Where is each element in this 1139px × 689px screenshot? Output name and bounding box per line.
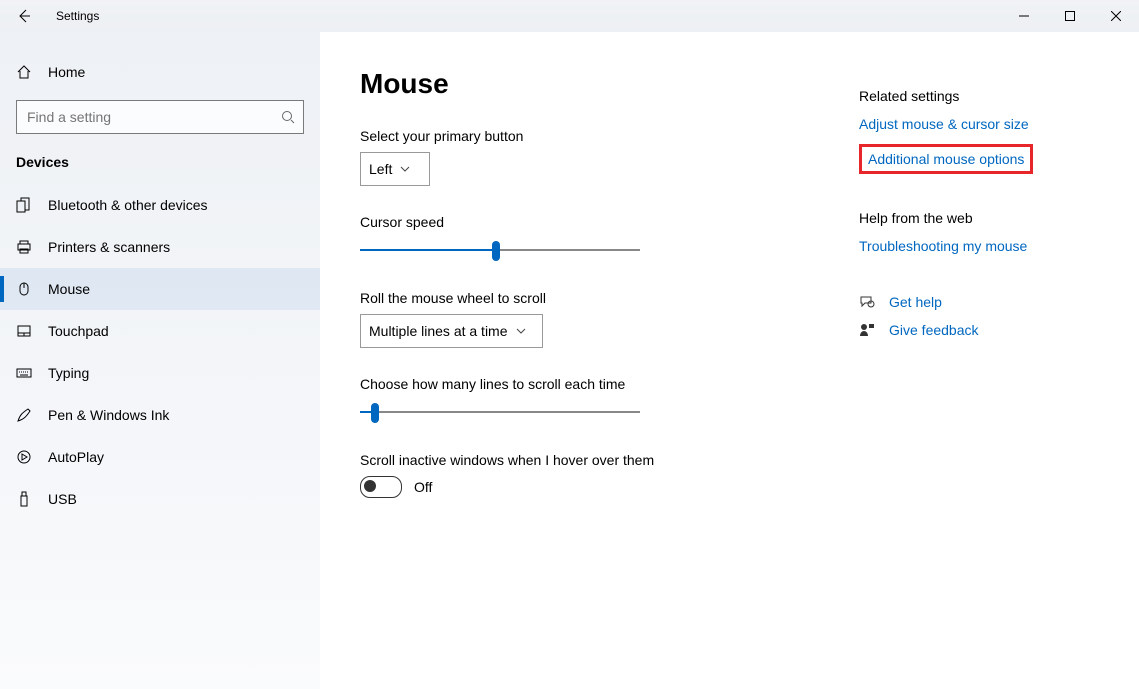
sidebar-item-label: Mouse [48, 281, 90, 297]
search-input[interactable] [16, 100, 304, 134]
pen-icon [16, 407, 32, 423]
sidebar-home-label: Home [48, 64, 85, 80]
sidebar: Home Devices Bluetooth & other devices P… [0, 32, 320, 689]
related-heading: Related settings [859, 88, 1119, 104]
devices-icon [16, 197, 32, 213]
primary-button-select[interactable]: Left [360, 152, 430, 186]
scroll-mode-value: Multiple lines at a time [369, 323, 508, 339]
sidebar-item-mouse[interactable]: Mouse [0, 268, 320, 310]
link-adjust-cursor[interactable]: Adjust mouse & cursor size [859, 116, 1119, 132]
lines-slider[interactable] [360, 400, 640, 424]
sidebar-item-label: Typing [48, 365, 89, 381]
help-heading: Help from the web [859, 210, 1119, 226]
maximize-button[interactable] [1047, 0, 1093, 32]
sidebar-item-touchpad[interactable]: Touchpad [0, 310, 320, 352]
sidebar-item-printers[interactable]: Printers & scanners [0, 226, 320, 268]
main-content: Mouse Select your primary button Left Cu… [320, 32, 859, 689]
sidebar-home[interactable]: Home [0, 56, 320, 88]
sidebar-item-label: Printers & scanners [48, 239, 170, 255]
link-troubleshoot-mouse[interactable]: Troubleshooting my mouse [859, 238, 1119, 254]
sidebar-category: Devices [0, 154, 320, 184]
feedback-link[interactable]: Give feedback [889, 322, 979, 338]
sidebar-item-label: Pen & Windows Ink [48, 407, 169, 423]
cursor-speed-slider[interactable] [360, 238, 640, 262]
usb-icon [16, 491, 32, 507]
scroll-mode-label: Roll the mouse wheel to scroll [360, 290, 819, 306]
primary-button-label: Select your primary button [360, 128, 819, 144]
primary-button-value: Left [369, 161, 392, 177]
feedback-icon [859, 322, 877, 338]
sidebar-item-pen[interactable]: Pen & Windows Ink [0, 394, 320, 436]
lines-label: Choose how many lines to scroll each tim… [360, 376, 819, 392]
chevron-down-icon [400, 166, 410, 172]
chat-icon [859, 294, 877, 310]
sidebar-item-label: Touchpad [48, 323, 109, 339]
chevron-down-icon [516, 328, 526, 334]
home-icon [16, 64, 32, 80]
search-icon [281, 110, 295, 124]
titlebar: Settings [0, 0, 1139, 32]
get-help-link[interactable]: Get help [889, 294, 942, 310]
minimize-button[interactable] [1001, 0, 1047, 32]
sidebar-item-usb[interactable]: USB [0, 478, 320, 520]
search-field[interactable] [25, 108, 281, 126]
sidebar-item-bluetooth[interactable]: Bluetooth & other devices [0, 184, 320, 226]
sidebar-item-typing[interactable]: Typing [0, 352, 320, 394]
scroll-mode-select[interactable]: Multiple lines at a time [360, 314, 543, 348]
close-button[interactable] [1093, 0, 1139, 32]
page-heading: Mouse [360, 68, 819, 100]
mouse-icon [16, 281, 32, 297]
inactive-scroll-state: Off [414, 479, 432, 495]
related-pane: Related settings Adjust mouse & cursor s… [859, 32, 1139, 689]
cursor-speed-label: Cursor speed [360, 214, 819, 230]
touchpad-icon [16, 323, 32, 339]
sidebar-item-autoplay[interactable]: AutoPlay [0, 436, 320, 478]
inactive-scroll-label: Scroll inactive windows when I hover ove… [360, 452, 819, 468]
get-help-row[interactable]: Get help [859, 294, 1119, 310]
window-title: Settings [56, 9, 99, 23]
sidebar-item-label: AutoPlay [48, 449, 104, 465]
printer-icon [16, 239, 32, 255]
feedback-row[interactable]: Give feedback [859, 322, 1119, 338]
autoplay-icon [16, 449, 32, 465]
sidebar-item-label: USB [48, 491, 77, 507]
keyboard-icon [16, 365, 32, 381]
link-additional-mouse-options[interactable]: Additional mouse options [859, 144, 1033, 174]
inactive-scroll-toggle[interactable] [360, 476, 402, 498]
sidebar-item-label: Bluetooth & other devices [48, 197, 208, 213]
back-button[interactable] [0, 0, 48, 32]
